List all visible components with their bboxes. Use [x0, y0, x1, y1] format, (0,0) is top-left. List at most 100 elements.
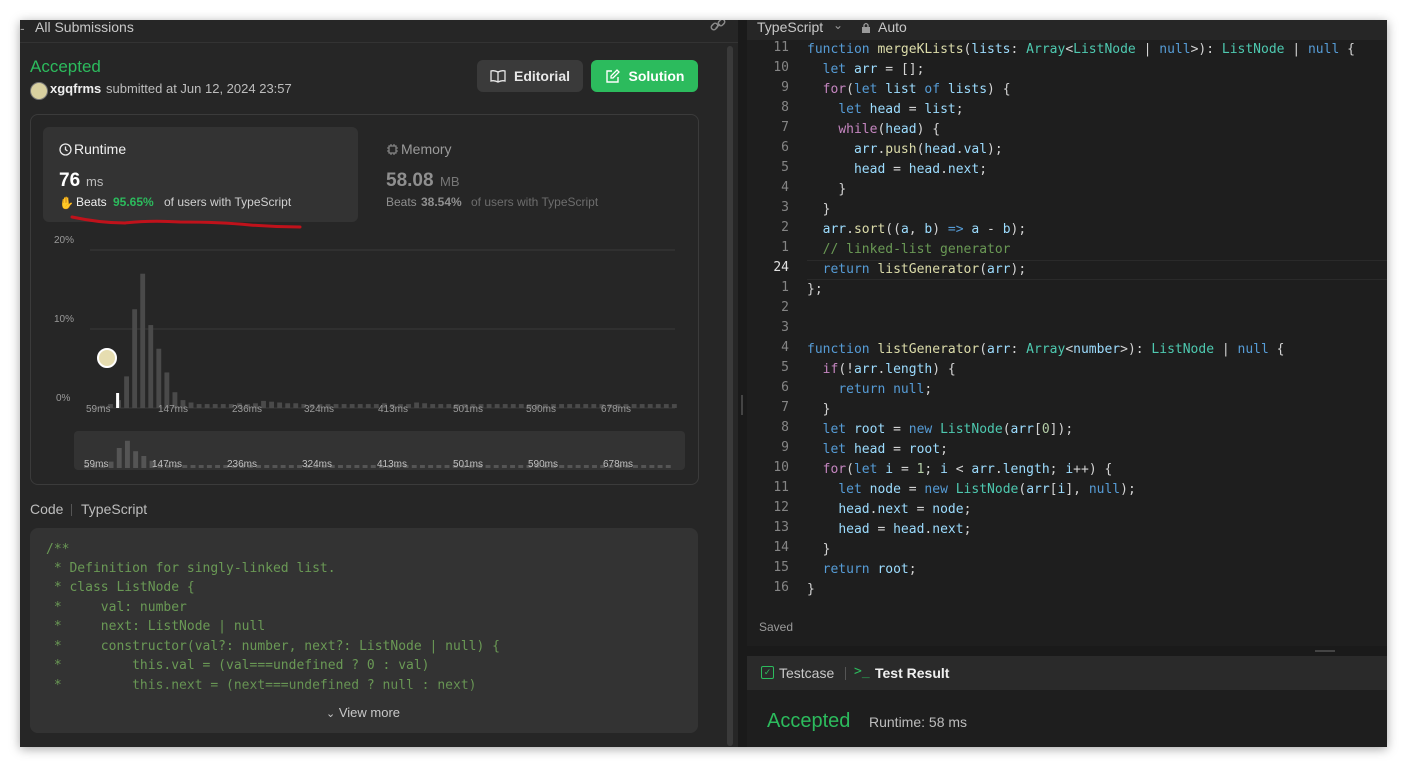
bar[interactable]: [671, 404, 677, 408]
bar[interactable]: [156, 348, 162, 408]
code-line[interactable]: }: [807, 540, 831, 560]
bar[interactable]: [414, 402, 419, 408]
all-submissions-link[interactable]: All Submissions: [35, 20, 134, 35]
bar[interactable]: [591, 404, 597, 408]
code-line[interactable]: function mergeKLists(lists: Array<ListNo…: [807, 40, 1355, 60]
bar[interactable]: [285, 403, 291, 408]
bar[interactable]: [349, 404, 355, 408]
link-icon[interactable]: [709, 20, 727, 34]
bar[interactable]: [212, 404, 218, 408]
tab-test-result[interactable]: Test Result: [875, 665, 949, 681]
code-line[interactable]: let head = root;: [807, 440, 948, 460]
editorial-button[interactable]: Editorial: [477, 60, 583, 92]
mini-bar: [124, 440, 130, 468]
bar[interactable]: [486, 404, 492, 408]
mini-bar: [633, 465, 638, 468]
bar[interactable]: [422, 403, 428, 408]
code-line[interactable]: for(let i = 1; i < arr.length; i++) {: [807, 460, 1113, 480]
divider-grip[interactable]: [1315, 650, 1335, 652]
horizontal-divider[interactable]: [747, 646, 1387, 656]
code-line[interactable]: arr.sort((a, b) => a - b);: [807, 220, 1027, 240]
mini-bar: [436, 465, 442, 468]
bar[interactable]: [333, 404, 339, 408]
code-line[interactable]: function listGenerator(arr: Array<number…: [807, 340, 1285, 360]
bar[interactable]: [277, 402, 283, 408]
bar[interactable]: [124, 376, 129, 408]
bar[interactable]: [518, 404, 524, 408]
runtime-box[interactable]: Runtime 76 ms ✋ Beats 95.65% of users wi…: [43, 127, 358, 222]
divider-handle[interactable]: [741, 395, 743, 415]
bar[interactable]: [430, 404, 436, 408]
code-line[interactable]: if(!arr.length) {: [807, 360, 956, 380]
code-line[interactable]: // linked-list generator: [807, 240, 1011, 260]
code-line[interactable]: return root;: [807, 560, 917, 580]
code-line[interactable]: return listGenerator(arr);: [807, 260, 1027, 280]
code-line[interactable]: let head = list;: [807, 100, 963, 120]
tab-testcase[interactable]: Testcase: [779, 665, 834, 681]
left-scrollbar[interactable]: [727, 46, 733, 746]
bar[interactable]: [293, 403, 299, 408]
username[interactable]: xgqfrms: [50, 81, 101, 96]
mini-bar: [567, 465, 573, 468]
memory-beats-suffix: of users with TypeScript: [471, 195, 599, 209]
back-arrow-icon[interactable]: -: [20, 20, 25, 36]
code-line[interactable]: }: [807, 200, 831, 220]
bar[interactable]: [446, 404, 452, 408]
bar[interactable]: [132, 309, 138, 408]
solution-button[interactable]: Solution: [591, 60, 698, 92]
code-line[interactable]: };: [807, 280, 823, 300]
code-line[interactable]: }: [807, 180, 846, 200]
avatar[interactable]: [30, 82, 48, 100]
bar[interactable]: [655, 404, 661, 408]
bar[interactable]: [365, 404, 371, 408]
bar[interactable]: [639, 404, 645, 408]
code-line[interactable]: head = head.next;: [807, 160, 987, 180]
panel-divider[interactable]: [738, 20, 747, 747]
mini-bar: [288, 465, 294, 468]
chevron-down-icon[interactable]: ⌄: [833, 20, 843, 32]
range-selector[interactable]: 59ms 147ms 236ms 324ms 413ms 501ms 590ms…: [74, 431, 685, 470]
code-line[interactable]: for(let list of lists) {: [807, 80, 1011, 100]
bar[interactable]: [567, 404, 573, 408]
bar[interactable]: [357, 404, 363, 408]
bar[interactable]: [494, 404, 500, 408]
bar[interactable]: [164, 372, 170, 408]
bar[interactable]: [502, 404, 508, 408]
bar[interactable]: [204, 404, 210, 408]
bar[interactable]: [341, 404, 347, 408]
bar[interactable]: [631, 404, 637, 408]
auto-mode-label[interactable]: Auto: [878, 20, 907, 35]
code-line[interactable]: let root = new ListNode(arr[0]);: [807, 420, 1074, 440]
bar[interactable]: [140, 273, 146, 408]
code-line[interactable]: arr.push(head.val);: [807, 140, 1003, 160]
x-tick: 59ms: [86, 404, 111, 415]
bar[interactable]: [220, 404, 226, 408]
bar[interactable]: [583, 404, 589, 408]
bar[interactable]: [510, 404, 516, 408]
bar[interactable]: [663, 404, 669, 408]
bar[interactable]: [438, 404, 444, 408]
bar[interactable]: [148, 325, 154, 408]
code-line[interactable]: }: [807, 400, 831, 420]
memory-box[interactable]: Memory 58.08 MB Beats 38.54% of users wi…: [372, 127, 687, 222]
code-line[interactable]: }: [807, 580, 815, 600]
code-editor[interactable]: 11 function mergeKLists(lists: Array<List…: [747, 40, 1387, 620]
bar[interactable]: [647, 404, 653, 408]
code-line[interactable]: let arr = [];: [807, 60, 925, 80]
view-more-button[interactable]: ⌄ View more: [326, 705, 400, 720]
code-preview-line: * Definition for singly-linked list.: [46, 561, 336, 576]
bar[interactable]: [196, 404, 202, 408]
code-line[interactable]: return null;: [807, 380, 932, 400]
bar[interactable]: [575, 404, 581, 408]
bar[interactable]: [269, 401, 274, 408]
language-select[interactable]: TypeScript: [757, 20, 823, 35]
code-line[interactable]: let node = new ListNode(arr[i], null);: [807, 480, 1135, 500]
bar[interactable]: [188, 402, 194, 408]
bar[interactable]: [559, 404, 564, 408]
code-line[interactable]: head = head.next;: [807, 520, 971, 540]
user-position-avatar[interactable]: [97, 348, 117, 368]
lock-icon: [862, 22, 870, 33]
runtime-distribution-chart[interactable]: [90, 230, 680, 420]
code-line[interactable]: while(head) {: [807, 120, 940, 140]
code-line[interactable]: head.next = node;: [807, 500, 971, 520]
